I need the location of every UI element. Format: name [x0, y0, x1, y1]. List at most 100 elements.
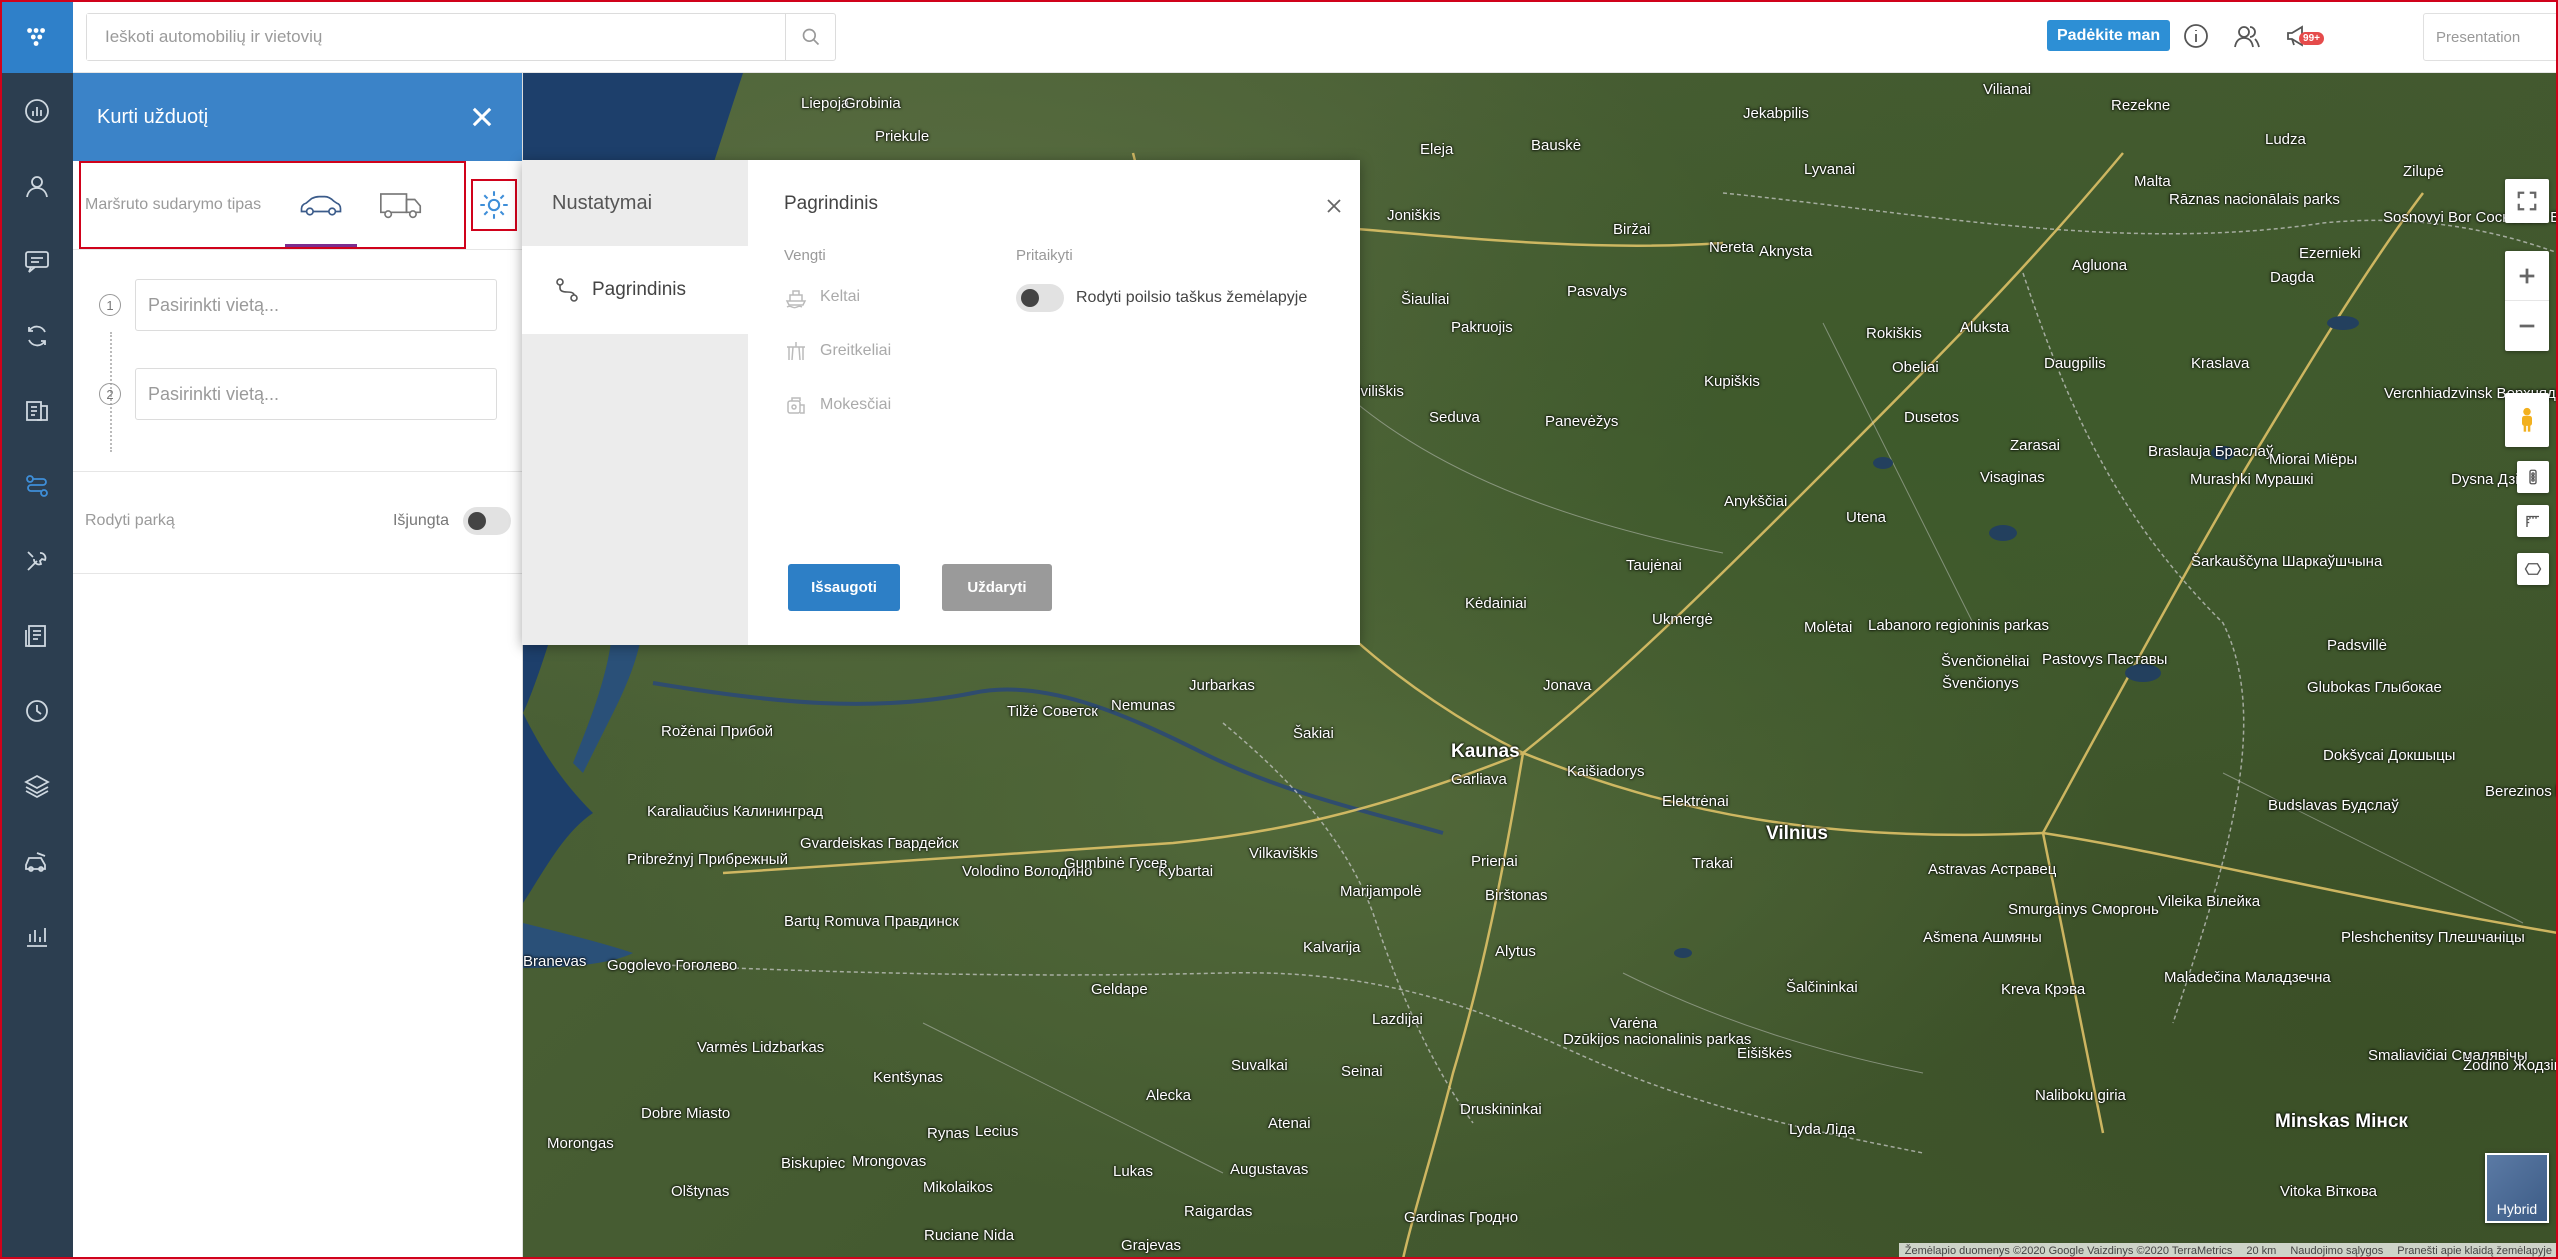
waypoint-input-2[interactable] [135, 368, 497, 420]
route-type-truck[interactable] [361, 163, 441, 247]
sidebar-item-tools[interactable] [0, 523, 73, 598]
avoid-ferries[interactable]: Keltai [784, 282, 860, 312]
city-label: Alytus [1495, 943, 1536, 960]
toll-icon [787, 397, 805, 414]
route-type-car[interactable] [281, 163, 361, 247]
city-label: Šiauliai [1401, 291, 1450, 308]
city-label: Ludza [2265, 131, 2306, 148]
city-label: Biržai [1613, 221, 1651, 238]
city-label: Pribrežnyj Прибрежный [627, 851, 788, 868]
tab-general[interactable]: Pagrindinis [522, 246, 748, 334]
city-label: Eleja [1420, 141, 1454, 158]
city-label: Braslauja Браслаў [2148, 443, 2274, 460]
avoid-highways[interactable]: Greitkeliai [784, 336, 891, 366]
city-label: Agluona [2072, 257, 2128, 274]
city-label: Malta [2134, 173, 2171, 190]
city-label: Trakai [1692, 855, 1734, 872]
city-label: Vitoka Віткова [2280, 1183, 2378, 1200]
ferry-icon [785, 290, 807, 309]
show-rest-points-toggle[interactable] [1016, 284, 1064, 312]
search-input[interactable] [87, 14, 767, 60]
polygon-button[interactable] [2517, 553, 2549, 585]
tasks-icon [24, 624, 46, 647]
sidebar-item-tasks[interactable] [0, 598, 73, 673]
top-bar: Padėkite man 99+ Presentation [73, 0, 2558, 73]
city-label: Minskas Мінск [2275, 1111, 2408, 1132]
help-button[interactable]: Padėkite man [2047, 20, 2171, 51]
city-label: Garliava [1451, 771, 1507, 788]
city-label: Gvardeiskas Гвардейск [800, 835, 959, 852]
notifications-button[interactable]: 99+ [2280, 18, 2324, 54]
city-label: Grobinia [844, 95, 901, 112]
city-label: Nemunas [1111, 697, 1176, 714]
map-type-toggle[interactable]: Hybrid [2485, 1153, 2549, 1223]
close-icon[interactable] [468, 103, 496, 131]
pegman-icon [2522, 407, 2532, 432]
sidebar-item-messages[interactable] [0, 223, 73, 298]
sidebar-item-reports[interactable] [0, 373, 73, 448]
section-divider [73, 471, 523, 472]
avoid-tolls[interactable]: Mokesčiai [784, 390, 891, 420]
account-selector[interactable]: Presentation [2423, 13, 2558, 61]
city-label: Daugpilis [2044, 355, 2106, 372]
sidebar-item-dashboard[interactable] [0, 73, 73, 148]
city-label: Seduva [1429, 409, 1480, 426]
traffic-layer-button[interactable] [2517, 461, 2549, 493]
sidebar-item-users[interactable] [0, 148, 73, 223]
city-label: Rynas [927, 1125, 970, 1142]
users-button[interactable] [2229, 18, 2265, 54]
zoom-in-button[interactable] [2505, 251, 2549, 301]
users-icon [2234, 26, 2260, 48]
terms-link[interactable]: Naudojimo sąlygos [2290, 1245, 2383, 1257]
waypoint-input-1[interactable] [135, 279, 497, 331]
info-button[interactable] [2178, 18, 2214, 54]
city-label: Šarkauščyna Шаркаўшчына [2191, 553, 2383, 570]
city-label: Ezernieki [2299, 245, 2361, 262]
city-label: Kupiškis [1704, 373, 1760, 390]
fullscreen-button[interactable] [2505, 179, 2549, 223]
settings-body: Pagrindinis Vengti Pritaikyti Keltai Gre… [748, 160, 1360, 645]
city-label: Miorai Міёры [2269, 451, 2358, 468]
city-label: Biskupiec [781, 1155, 846, 1172]
tools-icon [26, 550, 46, 571]
sidebar-item-sync[interactable] [0, 298, 73, 373]
city-label: Zilupė [2403, 163, 2444, 180]
reports-icon [25, 400, 48, 421]
sidebar-item-history[interactable] [0, 673, 73, 748]
show-fleet-toggle[interactable] [463, 507, 511, 535]
logo-icon [26, 27, 45, 46]
panel-title: Kurti užduotį [97, 105, 209, 128]
close-icon[interactable] [1324, 196, 1344, 216]
ruler-button[interactable] [2517, 505, 2549, 537]
city-label: Aluksta [1960, 319, 2010, 336]
polygon-icon [2524, 563, 2542, 575]
city-label: Pakruojis [1451, 319, 1513, 336]
map-attribution: Žemėlapio duomenys ©2020 Google Vaizdiny… [1898, 1243, 2558, 1259]
route-settings-button[interactable] [471, 179, 517, 231]
save-button[interactable]: Išsaugoti [788, 564, 900, 611]
sidebar-item-stats[interactable] [0, 898, 73, 973]
street-view-pegman[interactable] [2505, 393, 2549, 447]
ruler-icon [2526, 515, 2539, 527]
search-button[interactable] [785, 14, 835, 60]
city-label: Šalčininkai [1786, 979, 1858, 996]
close-button[interactable]: Uždaryti [942, 564, 1052, 611]
report-error-link[interactable]: Pranešti apie klaidą žemėlapyje [2397, 1245, 2552, 1257]
city-label: Priekule [875, 128, 930, 145]
messages-icon [24, 250, 49, 273]
zoom-out-button[interactable] [2505, 301, 2549, 351]
sidebar-item-layers[interactable] [0, 748, 73, 823]
sidebar-item-vehicles[interactable] [0, 823, 73, 898]
traffic-light-icon [2529, 469, 2537, 485]
city-label: Lukas [1113, 1163, 1154, 1180]
account-name: Presentation [2436, 28, 2521, 46]
app-logo[interactable] [0, 0, 73, 73]
sidebar-item-routes[interactable] [0, 448, 73, 523]
city-label: Zarasai [2010, 437, 2061, 454]
route-type-label: Maršruto sudarymo tipas [85, 196, 262, 213]
city-label: Bartų Romuva Правдинск [784, 913, 959, 930]
city-label: Branevas [523, 953, 587, 970]
city-label: Padsvillė [2327, 637, 2388, 654]
show-rest-points-row: Rodyti poilsio taškus žemėlapyje [1016, 284, 1307, 312]
city-label: Prienai [1471, 853, 1518, 870]
